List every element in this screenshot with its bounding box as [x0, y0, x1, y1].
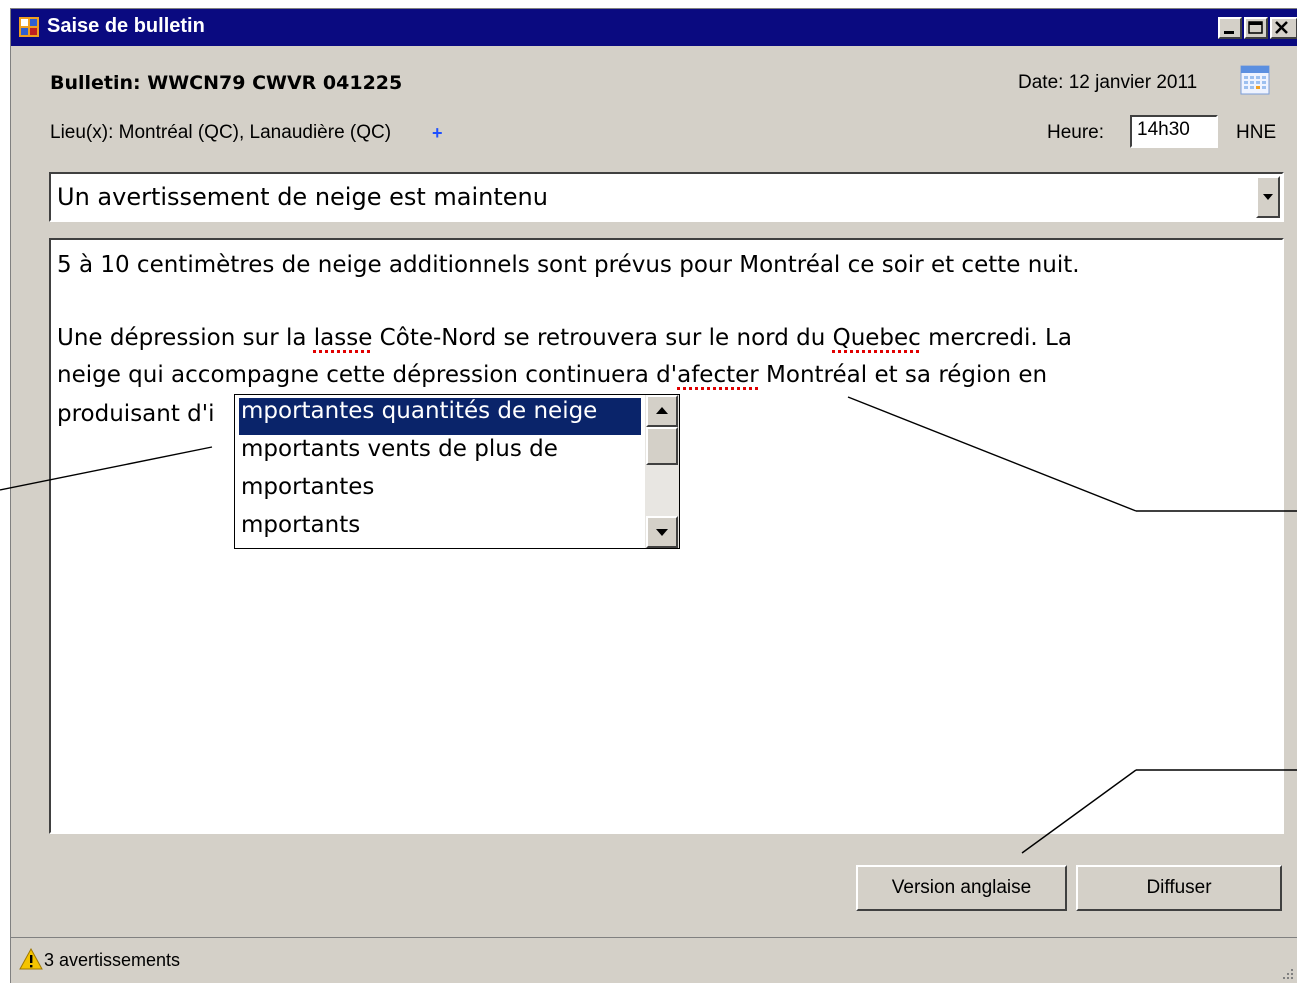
maximize-icon [1248, 21, 1263, 34]
status-bar: 3 avertissements [11, 937, 1297, 983]
body-line-3: neige qui accompagne cette dépression co… [57, 362, 1047, 388]
broadcast-button[interactable]: Diffuser [1076, 865, 1282, 911]
minimize-button[interactable] [1218, 17, 1242, 39]
arrow-down-icon [656, 529, 668, 536]
minimize-icon [1224, 31, 1234, 34]
bulletin-id-label: Bulletin: WWCN79 CWVR 041225 [50, 72, 403, 94]
bulletin-window: Saise de bulletin Bulletin: WWCN79 CWVR … [10, 8, 1297, 983]
chevron-down-icon [1263, 194, 1273, 200]
body-text-segment: mercredi. La [920, 325, 1072, 351]
spelling-error[interactable]: afecter [677, 362, 759, 388]
lieux-label: Lieu(x): Montréal (QC), Lanaudière (QC) [50, 122, 392, 143]
bulletin-text-area[interactable]: 5 à 10 centimètres de neige additionnels… [49, 238, 1284, 834]
autocomplete-item[interactable]: mportantes [239, 474, 641, 511]
body-text-segment: Côte-Nord se retrouvera sur le nord du [372, 325, 833, 351]
body-line-1: 5 à 10 centimètres de neige additionnels… [57, 252, 1080, 278]
title-bar[interactable]: Saise de bulletin [11, 9, 1297, 46]
dropdown-button[interactable] [1256, 176, 1280, 218]
heure-input[interactable]: 14h30 [1130, 115, 1218, 148]
autocomplete-item[interactable]: mportantes quantités de neige [239, 398, 641, 435]
spelling-error[interactable]: lasse [314, 325, 373, 351]
resize-grip-icon[interactable] [1279, 965, 1295, 981]
warning-icon [19, 948, 43, 970]
scroll-down-button[interactable] [646, 516, 678, 548]
body-text-segment: neige qui accompagne cette dépression co… [57, 362, 678, 388]
add-lieu-button[interactable]: + [432, 123, 443, 144]
date-label: Date: 12 janvier 2011 [1018, 72, 1198, 93]
scroll-up-button[interactable] [646, 395, 678, 427]
body-text-segment: Une dépression sur la [57, 325, 314, 351]
calendar-icon[interactable] [1240, 65, 1270, 95]
heure-label: Heure: [1047, 122, 1105, 143]
autocomplete-item[interactable]: mportants vents de plus de [239, 436, 641, 473]
status-text: 3 avertissements [44, 950, 181, 970]
window-title: Saise de bulletin [47, 15, 205, 37]
body-line-2: Une dépression sur la lasse Côte-Nord se… [57, 325, 1072, 351]
spelling-error[interactable]: Quebec [833, 325, 921, 351]
app-icon [19, 17, 39, 37]
scroll-thumb[interactable] [646, 427, 678, 465]
close-icon [1275, 21, 1288, 34]
autocomplete-item[interactable]: mportants [239, 512, 641, 549]
body-text-segment: Montréal et sa région en [758, 362, 1048, 388]
headline-selected: Un avertissement de neige est maintenu [57, 183, 548, 211]
autocomplete-scrollbar[interactable] [645, 395, 679, 548]
close-button[interactable] [1270, 17, 1297, 39]
timezone-label: HNE [1236, 122, 1277, 143]
autocomplete-list[interactable]: mportantes quantités de neige mportants … [234, 394, 680, 549]
arrow-up-icon [656, 407, 668, 414]
english-version-button[interactable]: Version anglaise [856, 865, 1067, 911]
maximize-button[interactable] [1244, 17, 1268, 39]
body-line-4: produisant d'i [57, 401, 215, 427]
headline-dropdown[interactable]: Un avertissement de neige est maintenu [49, 172, 1284, 222]
